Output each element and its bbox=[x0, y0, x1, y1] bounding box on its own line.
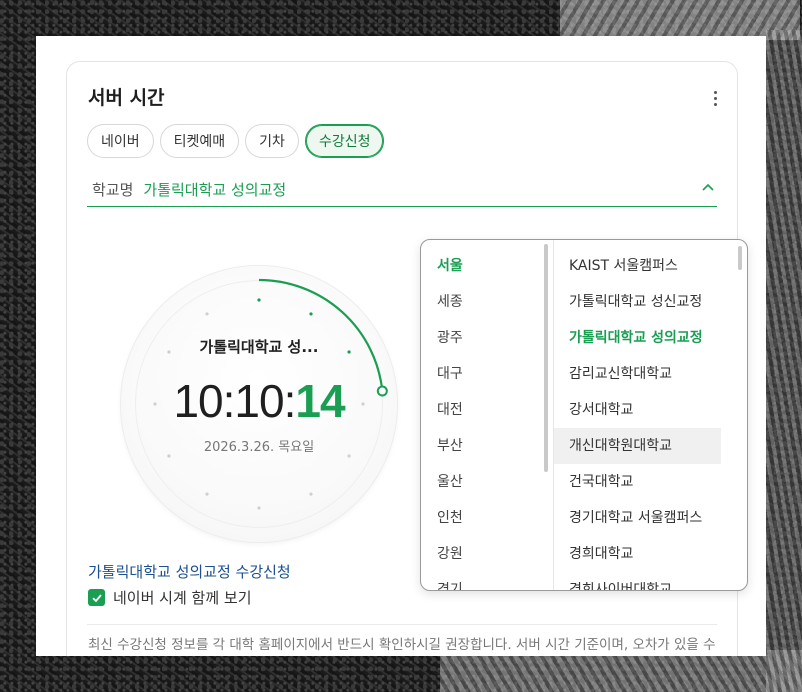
region-item[interactable]: 대전 bbox=[421, 392, 553, 428]
check-icon bbox=[91, 593, 102, 602]
school-select-value: 가톨릭대학교 성의교정 bbox=[143, 180, 287, 199]
school-item[interactable]: 경희사이버대학교 bbox=[554, 572, 721, 590]
school-select-label: 학교명 bbox=[92, 180, 134, 199]
region-item[interactable]: 서울 bbox=[421, 248, 553, 284]
school-list: KAIST 서울캠퍼스 가톨릭대학교 성신교정 가톨릭대학교 성의교정 감리교신… bbox=[554, 240, 747, 590]
server-time-card: 서버 시간 네이버 티켓예매 기차 수강신청 학교명 가톨릭대학교 성의교정 가… bbox=[66, 61, 748, 656]
category-tabs: 네이버 티켓예매 기차 수강신청 bbox=[87, 124, 385, 158]
school-item[interactable]: 경기대학교 서울캠퍼스 bbox=[554, 500, 721, 536]
school-item[interactable]: 강서대학교 bbox=[554, 392, 721, 428]
notice-text: 최신 수강신청 정보를 각 대학 홈페이지에서 반드시 확인하시길 권장합니다.… bbox=[88, 634, 718, 656]
naver-clock-toggle[interactable]: 네이버 시계 함께 보기 bbox=[88, 587, 252, 608]
school-dropdown: 서울 세종 광주 대구 대전 부산 울산 인천 강원 경기 KAIST 서울캠퍼… bbox=[420, 239, 748, 591]
school-select[interactable]: 학교명 가톨릭대학교 성의교정 bbox=[87, 172, 717, 207]
naver-clock-label: 네이버 시계 함께 보기 bbox=[113, 589, 252, 607]
second-tick-dot bbox=[309, 312, 313, 316]
divider bbox=[87, 624, 717, 625]
second-tick-dot bbox=[257, 298, 261, 302]
registration-link[interactable]: 가톨릭대학교 성의교정 수강신청 bbox=[88, 561, 291, 582]
clock-time: 10:10:14 bbox=[121, 374, 397, 428]
school-item[interactable]: 경희대학교 bbox=[554, 536, 721, 572]
region-item[interactable]: 부산 bbox=[421, 428, 553, 464]
checkbox-checked[interactable] bbox=[88, 589, 105, 606]
region-item[interactable]: 대구 bbox=[421, 356, 553, 392]
tab-ticket[interactable]: 티켓예매 bbox=[159, 124, 240, 158]
more-options-icon[interactable] bbox=[703, 86, 727, 110]
region-scrollbar[interactable] bbox=[544, 244, 548, 472]
tab-train[interactable]: 기차 bbox=[245, 124, 299, 158]
region-item[interactable]: 세종 bbox=[421, 284, 553, 320]
region-item[interactable]: 광주 bbox=[421, 320, 553, 356]
region-item[interactable]: 강원 bbox=[421, 536, 553, 572]
server-clock: 가톨릭대학교 성... 10:10:14 2026.3.26. 목요일 bbox=[121, 266, 397, 542]
school-item[interactable]: KAIST 서울캠퍼스 bbox=[554, 248, 721, 284]
school-scrollbar[interactable] bbox=[738, 246, 742, 270]
clock-date: 2026.3.26. 목요일 bbox=[203, 440, 315, 455]
clock-time-hm: 10:10: bbox=[173, 375, 296, 427]
region-list: 서울 세종 광주 대구 대전 부산 울산 인천 강원 경기 bbox=[421, 240, 554, 590]
tab-naver[interactable]: 네이버 bbox=[87, 124, 154, 158]
region-item[interactable]: 울산 bbox=[421, 464, 553, 500]
school-item[interactable]: 감리교신학대학교 bbox=[554, 356, 721, 392]
clock-school-name: 가톨릭대학교 성... bbox=[199, 338, 319, 356]
second-tick-dot bbox=[309, 492, 313, 496]
second-tick-dot bbox=[205, 312, 209, 316]
clock-time-seconds: 14 bbox=[295, 375, 345, 427]
second-tick-dot bbox=[257, 506, 261, 510]
school-item[interactable]: 가톨릭대학교 성신교정 bbox=[554, 284, 721, 320]
school-item[interactable]: 가톨릭대학교 성의교정 bbox=[554, 320, 721, 356]
region-item[interactable]: 경기 bbox=[421, 572, 553, 590]
notice-body: 최신 수강신청 정보를 각 대학 홈페이지에서 반드시 확인하시길 권장합니다.… bbox=[88, 637, 716, 653]
chevron-up-icon bbox=[702, 183, 714, 191]
school-item[interactable]: 건국대학교 bbox=[554, 464, 721, 500]
region-item[interactable]: 인천 bbox=[421, 500, 553, 536]
school-item[interactable]: 개신대학원대학교 bbox=[554, 428, 721, 464]
card-title: 서버 시간 bbox=[88, 87, 165, 109]
tab-course-registration[interactable]: 수강신청 bbox=[304, 124, 385, 158]
page: 서버 시간 네이버 티켓예매 기차 수강신청 학교명 가톨릭대학교 성의교정 가… bbox=[36, 36, 766, 656]
second-tick-dot bbox=[205, 492, 209, 496]
